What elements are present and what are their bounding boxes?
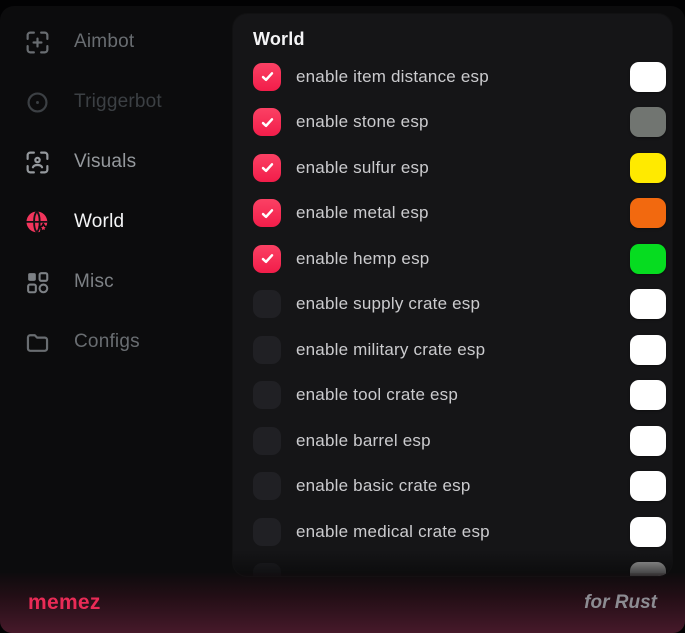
esp-color-swatch[interactable] — [630, 335, 666, 365]
settings-panel: World enable item distance esp enable st… — [233, 14, 672, 576]
esp-label: enable tool crate esp — [296, 385, 630, 405]
setting-row: enable sulfur esp — [233, 145, 672, 191]
esp-checkbox[interactable] — [253, 63, 281, 91]
esp-checkbox[interactable] — [253, 199, 281, 227]
esp-checkbox[interactable] — [253, 427, 281, 455]
esp-label: enable hemp esp — [296, 249, 630, 269]
esp-label: enable basic crate esp — [296, 476, 630, 496]
setting-row: enable stone esp — [233, 100, 672, 146]
setting-row: enable item distance esp — [233, 54, 672, 100]
settings-rows: enable item distance esp enable stone es… — [233, 54, 672, 576]
esp-color-swatch[interactable] — [630, 517, 666, 547]
sidebar-item-aimbot[interactable]: Aimbot — [0, 12, 233, 72]
sidebar-item-label: World — [74, 211, 124, 233]
setting-row: enable medical crate esp — [233, 509, 672, 555]
esp-label: enable stone esp — [296, 112, 630, 132]
esp-checkbox[interactable] — [253, 381, 281, 409]
esp-checkbox[interactable] — [253, 472, 281, 500]
setting-row: enable hemp esp — [233, 236, 672, 282]
esp-checkbox[interactable] — [253, 154, 281, 182]
esp-checkbox[interactable] — [253, 518, 281, 546]
esp-color-swatch[interactable] — [630, 289, 666, 319]
esp-color-swatch[interactable] — [630, 380, 666, 410]
esp-label: enable barrel esp — [296, 431, 630, 451]
configs-icon — [24, 329, 51, 356]
aimbot-icon — [24, 29, 51, 56]
esp-label: enable military crate esp — [296, 340, 630, 360]
sidebar-item-label: Aimbot — [74, 31, 134, 53]
sidebar-item-label: Configs — [74, 331, 140, 353]
setting-row: enable supply crate esp — [233, 282, 672, 328]
setting-row: enable metal esp — [233, 191, 672, 237]
setting-row: enable tool crate esp — [233, 373, 672, 419]
sidebar-item-misc[interactable]: Misc — [0, 252, 233, 312]
world-icon — [24, 209, 51, 236]
cheat-menu-window: Aimbot Triggerbot Visuals World Misc Con… — [0, 6, 685, 633]
check-icon — [260, 251, 275, 266]
footer-bar: memez for Rust — [0, 573, 685, 633]
esp-label: enable medical crate esp — [296, 522, 630, 542]
esp-color-swatch[interactable] — [630, 426, 666, 456]
sidebar-item-label: Triggerbot — [74, 91, 162, 113]
esp-color-swatch[interactable] — [630, 153, 666, 183]
sidebar-item-triggerbot[interactable]: Triggerbot — [0, 72, 233, 132]
sidebar: Aimbot Triggerbot Visuals World Misc Con… — [0, 12, 233, 372]
esp-label: enable sulfur esp — [296, 158, 630, 178]
brand-name: memez — [28, 591, 101, 615]
esp-checkbox[interactable] — [253, 108, 281, 136]
esp-color-swatch[interactable] — [630, 198, 666, 228]
sidebar-item-label: Visuals — [74, 151, 136, 173]
esp-checkbox[interactable] — [253, 245, 281, 273]
check-icon — [260, 115, 275, 130]
sidebar-item-label: Misc — [74, 271, 114, 293]
sidebar-item-configs[interactable]: Configs — [0, 312, 233, 372]
esp-label: enable item distance esp — [296, 67, 630, 87]
esp-checkbox[interactable] — [253, 290, 281, 318]
misc-icon — [24, 269, 51, 296]
esp-checkbox[interactable] — [253, 336, 281, 364]
panel-title: World — [253, 26, 672, 54]
sidebar-item-world[interactable]: World — [0, 192, 233, 252]
sidebar-item-visuals[interactable]: Visuals — [0, 132, 233, 192]
esp-color-swatch[interactable] — [630, 62, 666, 92]
visuals-icon — [24, 149, 51, 176]
check-icon — [260, 69, 275, 84]
check-icon — [260, 206, 275, 221]
esp-color-swatch[interactable] — [630, 244, 666, 274]
setting-row: enable barrel esp — [233, 418, 672, 464]
check-icon — [260, 160, 275, 175]
brand-tagline: for Rust — [584, 592, 657, 614]
esp-label: enable supply crate esp — [296, 294, 630, 314]
triggerbot-icon — [24, 89, 51, 116]
esp-label: enable metal esp — [296, 203, 630, 223]
setting-row: enable military crate esp — [233, 327, 672, 373]
setting-row: enable basic crate esp — [233, 464, 672, 510]
esp-color-swatch[interactable] — [630, 107, 666, 137]
esp-color-swatch[interactable] — [630, 471, 666, 501]
